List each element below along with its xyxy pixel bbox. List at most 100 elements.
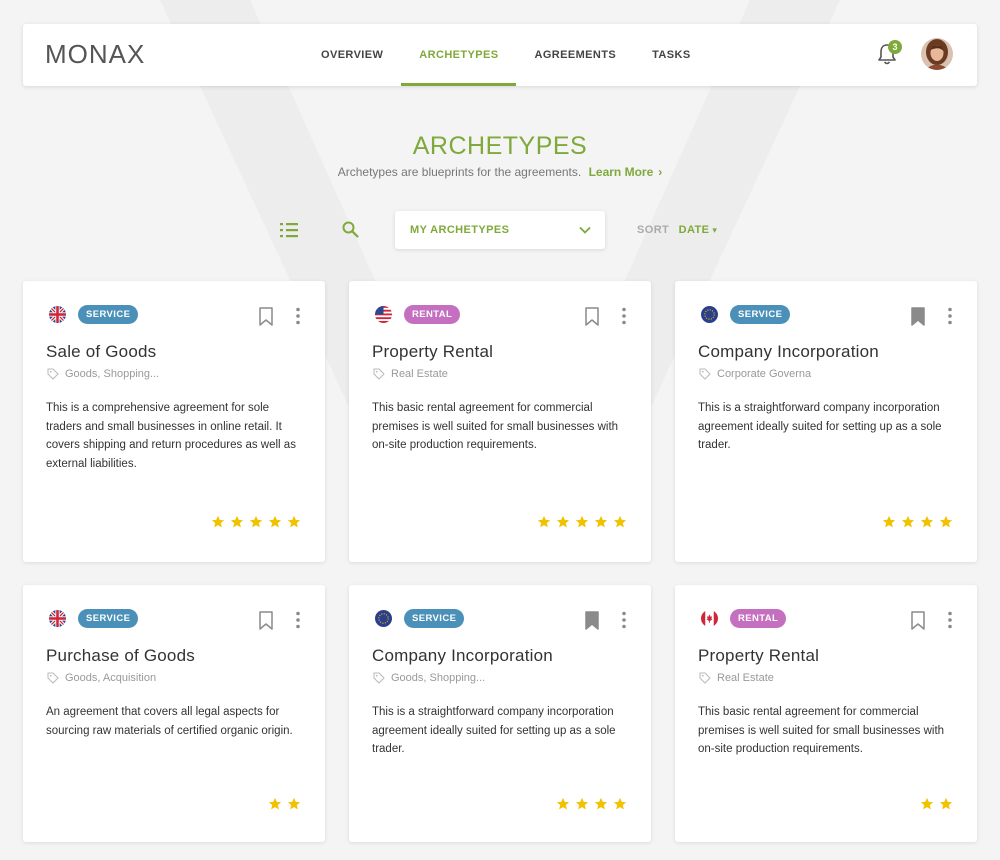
card-title[interactable]: Property Rental <box>698 646 819 666</box>
rating-stars <box>211 515 301 529</box>
bookmark-icon[interactable] <box>911 307 925 326</box>
category-badge: SERVICE <box>404 609 465 628</box>
star-icon <box>882 515 896 528</box>
eu-flag-icon <box>375 610 392 627</box>
star-icon <box>556 515 570 528</box>
tag-icon <box>47 368 59 380</box>
bookmark-icon[interactable] <box>259 611 273 630</box>
chevron-down-icon: ▾ <box>712 225 718 235</box>
card-tags-text: Goods, Shopping... <box>391 672 486 684</box>
nav-tab-agreements[interactable]: AGREEMENTS <box>516 24 634 86</box>
category-badge: SERVICE <box>78 305 139 324</box>
us-flag-icon <box>375 306 392 323</box>
card-tags: Corporate Governa <box>699 368 869 380</box>
archetype-card[interactable]: RENTAL Property Rental Real Estate This bas… <box>349 281 651 562</box>
category-badge: RENTAL <box>404 305 461 324</box>
archetype-card[interactable]: SERVICE Company Incorporation Corporate Go… <box>675 281 977 562</box>
card-title[interactable]: Property Rental <box>372 342 493 362</box>
card-tags-text: Goods, Shopping... <box>65 368 160 380</box>
archetype-card[interactable]: SERVICE Sale of Goods Goods, Shopping... Th… <box>23 281 325 562</box>
sort-label: SORT <box>637 224 670 236</box>
star-icon <box>230 515 244 528</box>
more-options-icon[interactable] <box>621 307 627 325</box>
card-title[interactable]: Company Incorporation <box>698 342 879 362</box>
nav-tab-tasks[interactable]: TASKS <box>634 24 708 86</box>
notification-badge: 3 <box>888 40 902 54</box>
star-icon <box>594 515 608 528</box>
star-icon <box>901 515 915 528</box>
more-options-icon[interactable] <box>295 611 301 629</box>
bookmark-icon[interactable] <box>911 611 925 630</box>
tag-icon <box>373 368 385 380</box>
card-title[interactable]: Sale of Goods <box>46 342 156 362</box>
sort-value: DATE <box>678 224 710 236</box>
rating-stars <box>882 515 953 529</box>
card-tags: Real Estate <box>699 672 869 684</box>
uk-flag-icon <box>49 610 66 627</box>
card-tags-text: Real Estate <box>717 672 774 684</box>
more-options-icon[interactable] <box>947 307 953 325</box>
list-view-icon[interactable] <box>280 222 298 238</box>
sort-dropdown[interactable]: DATE ▾ <box>679 224 718 236</box>
star-icon <box>920 797 934 810</box>
search-icon[interactable] <box>342 221 359 238</box>
card-tags-text: Real Estate <box>391 368 448 380</box>
card-tags: Goods, Shopping... <box>373 672 543 684</box>
nav-tab-overview[interactable]: OVERVIEW <box>303 24 401 86</box>
star-icon <box>575 515 589 528</box>
card-description: This is a straightforward company incorp… <box>698 402 942 451</box>
card-tags: Goods, Acquisition <box>47 672 217 684</box>
learn-more-link[interactable]: Learn More › <box>589 165 663 179</box>
nav-tab-archetypes[interactable]: ARCHETYPES <box>401 24 517 86</box>
card-tags-text: Corporate Governa <box>717 368 812 380</box>
filter-selected-value: MY ARCHETYPES <box>410 224 510 236</box>
page-subtitle: Archetypes are blueprints for the agreem… <box>0 165 1000 179</box>
star-icon <box>575 797 589 810</box>
rating-stars <box>920 797 953 811</box>
archetype-card[interactable]: SERVICE Company Incorporation Goods, Shopp… <box>349 585 651 842</box>
subtitle-text: Archetypes are blueprints for the agreem… <box>337 165 582 179</box>
star-icon <box>268 797 282 810</box>
page-title: ARCHETYPES <box>412 132 588 160</box>
card-tags: Goods, Shopping... <box>47 368 217 380</box>
chevron-right-icon: › <box>658 165 663 179</box>
star-icon <box>939 515 953 528</box>
rating-stars <box>556 797 627 811</box>
monax-logo[interactable]: MONAX <box>45 39 145 70</box>
tag-icon <box>373 672 385 684</box>
star-icon <box>537 515 551 528</box>
archetype-card[interactable]: RENTAL Property Rental Real Estate This bas… <box>675 585 977 842</box>
star-icon <box>287 515 301 528</box>
card-title[interactable]: Company Incorporation <box>372 646 553 666</box>
more-options-icon[interactable] <box>947 611 953 629</box>
top-navigation-bar: MONAX OVERVIEW ARCHETYPES AGREEMENTS TAS… <box>23 24 977 86</box>
more-options-icon[interactable] <box>295 307 301 325</box>
archetype-filter-select[interactable]: MY ARCHETYPES <box>395 211 605 249</box>
rating-stars <box>268 797 301 811</box>
card-description: This basic rental agreement for commerci… <box>372 402 619 451</box>
card-title[interactable]: Purchase of Goods <box>46 646 195 666</box>
user-avatar[interactable] <box>921 38 953 70</box>
star-icon <box>249 515 263 528</box>
main-nav: OVERVIEW ARCHETYPES AGREEMENTS TASKS <box>303 24 709 86</box>
card-description: This is a straightforward company incorp… <box>372 706 616 755</box>
star-icon <box>939 797 953 810</box>
star-icon <box>556 797 570 810</box>
star-icon <box>268 515 282 528</box>
learn-more-label: Learn More <box>588 165 654 179</box>
card-description: This basic rental agreement for commerci… <box>698 706 945 755</box>
card-tags-text: Goods, Acquisition <box>65 672 157 684</box>
bookmark-icon[interactable] <box>259 307 273 326</box>
tag-icon <box>699 368 711 380</box>
more-options-icon[interactable] <box>621 611 627 629</box>
sort-control: SORT DATE ▾ <box>637 224 717 236</box>
archetype-card[interactable]: SERVICE Purchase of Goods Goods, Acquisiti… <box>23 585 325 842</box>
chevron-down-icon <box>579 226 591 234</box>
eu-flag-icon <box>701 306 718 323</box>
tag-icon <box>47 672 59 684</box>
canada-flag-icon <box>701 610 718 627</box>
rating-stars <box>537 515 627 529</box>
bookmark-icon[interactable] <box>585 307 599 326</box>
category-badge: RENTAL <box>730 609 787 628</box>
bookmark-icon[interactable] <box>585 611 599 630</box>
